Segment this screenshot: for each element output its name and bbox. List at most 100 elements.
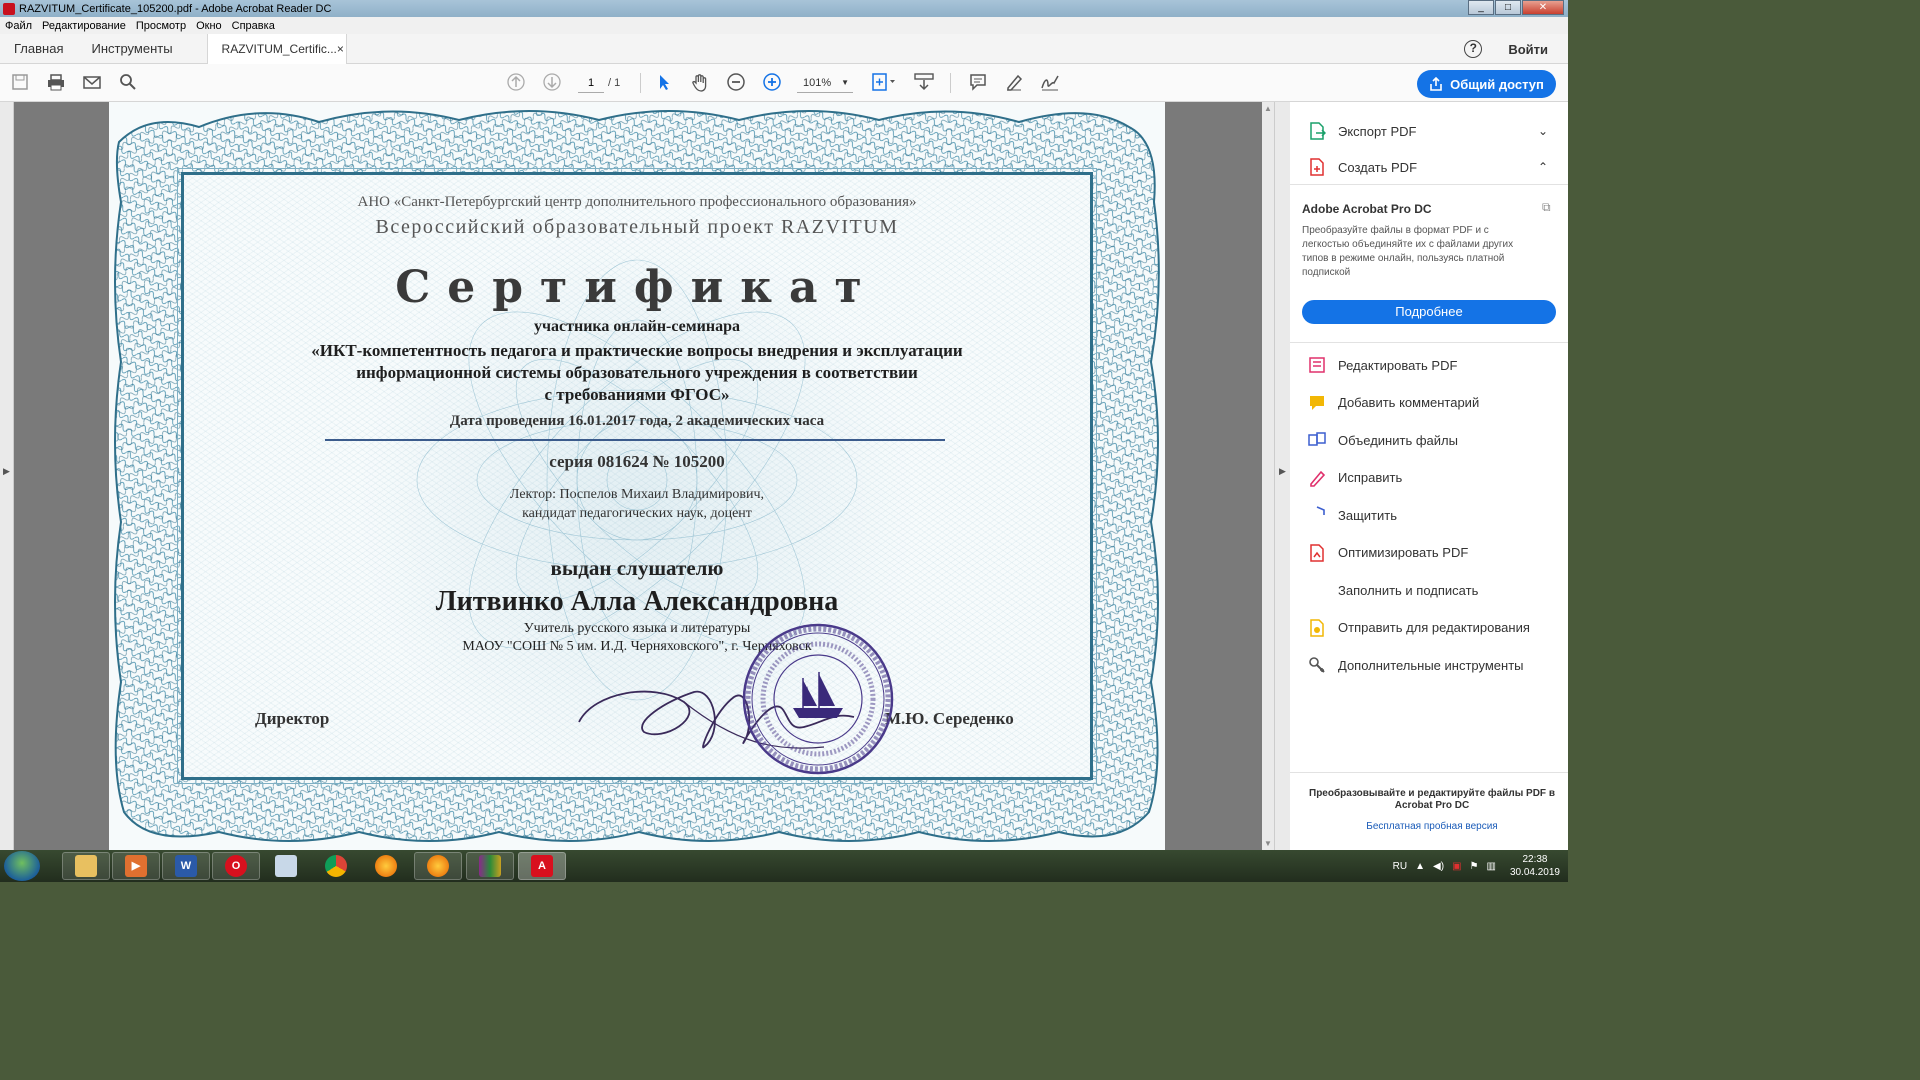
email-icon[interactable] [82,73,102,93]
taskbar-firefox[interactable] [362,852,410,880]
tool-item-shield[interactable]: Защитить [1308,502,1558,528]
chevron-down-icon: ⌄ [1537,124,1548,138]
taskbar-acrobat[interactable]: A [518,852,566,880]
tool-item-label: Дополнительные инструменты [1338,657,1524,673]
taskbar-explorer[interactable] [62,852,110,880]
menu-edit[interactable]: Редактирование [37,20,131,32]
free-trial-link[interactable]: Бесплатная пробная версия [1302,821,1562,832]
flag-icon[interactable]: ⚑ [1470,861,1479,872]
taskbar-chrome[interactable] [312,852,360,880]
tool-item-comment[interactable]: Добавить комментарий [1308,390,1558,416]
vertical-scrollbar[interactable]: ▲ ▼ [1262,102,1274,850]
menu-window[interactable]: Окно [191,20,227,32]
hand-tool-icon[interactable] [690,73,710,93]
tab-document[interactable]: RAZVITUM_Certific... × [206,33,347,64]
network-icon[interactable]: ▥ [1486,861,1495,872]
minimize-button[interactable]: _ [1468,0,1494,15]
taskbar-word[interactable]: W [162,852,210,880]
certificate-title: Сертификат [395,262,879,313]
taskbar-winrar[interactable] [466,852,514,880]
system-tray: RU ▲ ◀) ▣ ⚑ ▥ 22:38 30.04.2019 [1393,850,1560,882]
scroll-up-icon[interactable]: ▲ [1264,104,1272,113]
edit-pdf-icon [1308,356,1326,374]
taskbar-calculator[interactable] [262,852,310,880]
comment-tool-icon[interactable] [968,73,988,93]
menu-view[interactable]: Просмотр [131,20,191,32]
share-button[interactable]: Общий доступ [1417,70,1556,98]
maximize-button[interactable]: □ [1495,0,1521,15]
create-pdf-item[interactable]: Создать PDF ⌃ [1308,154,1558,180]
page-up-icon[interactable] [506,73,526,93]
fit-page-icon[interactable] [870,73,898,93]
scroll-mode-icon[interactable] [914,73,934,93]
zoom-select[interactable]: 101% ▼ [797,73,853,93]
tool-item-fix[interactable]: Исправить [1308,465,1558,491]
word-icon: W [175,855,197,877]
fill-sign-icon [1308,581,1326,599]
certificate-serial: серия 081624 № 105200 [549,452,725,471]
taskbar-firefox-2[interactable] [414,852,462,880]
tool-item-edit-pdf[interactable]: Редактировать PDF [1308,352,1558,378]
tool-item-fill-sign[interactable]: Заполнить и подписать [1308,577,1558,603]
tool-item-more-tools[interactable]: Дополнительные инструменты [1308,652,1558,678]
opera-tray-icon[interactable]: ▣ [1452,861,1461,872]
volume-icon[interactable]: ◀) [1433,861,1444,872]
close-window-button[interactable]: ✕ [1522,0,1564,15]
search-icon[interactable] [118,73,138,93]
footer-promo-text: Преобразовывайте и редактируйте файлы PD… [1309,788,1555,811]
tray-expand-icon[interactable]: ▲ [1415,861,1425,872]
tool-item-label: Добавить комментарий [1338,395,1480,410]
tool-item-send-review[interactable]: Отправить для редактирования [1308,615,1558,641]
zoom-value: 101% [803,77,832,89]
save-icon[interactable] [10,73,30,93]
close-tab-icon[interactable]: × [337,34,344,64]
right-pane-toggle[interactable]: ▶ [1274,102,1290,850]
menu-help[interactable]: Справка [227,20,280,32]
tab-tools[interactable]: Инструменты [77,34,186,64]
recipient-name: Литвинко Алла Александровна [435,586,839,617]
tab-home[interactable]: Главная [0,34,77,64]
send-review-icon [1308,618,1326,637]
learn-more-button[interactable]: Подробнее [1302,300,1556,324]
chevron-up-icon: ⌃ [1537,160,1548,174]
left-nav-pane-toggle[interactable]: ▶ [0,102,14,850]
shield-icon [1308,506,1326,524]
help-icon[interactable]: ? [1464,40,1483,58]
position-line: Учитель русского языка и литературы [523,621,751,636]
page-down-icon[interactable] [542,73,562,93]
page-number-input[interactable]: 1 [578,73,604,93]
language-indicator[interactable]: RU [1393,861,1407,872]
taskbar-media-player[interactable]: ▶ [112,852,160,880]
official-seal [742,623,894,775]
start-button[interactable] [4,851,40,881]
tool-item-combine[interactable]: Объединить файлы [1308,427,1558,453]
position-line: МАОУ "СОШ № 5 им. И.Д. Черняховского", г… [462,639,812,654]
tool-item-label: Защитить [1338,507,1397,523]
archive-icon [479,855,501,877]
organization-name: АНО «Санкт-Петербургский центр дополните… [357,194,917,210]
highlight-tool-icon[interactable] [1004,73,1024,93]
select-tool-icon[interactable] [654,73,674,93]
pane-divider [1290,184,1568,185]
director-name: М.Ю. Середенко [885,709,1014,728]
tools-pane: Экспорт PDF ⌄ Создать PDF ⌃ Adobe Acroba… [1290,102,1568,850]
sign-tool-icon[interactable] [1040,73,1060,93]
acrobat-app-icon [3,2,15,15]
taskbar-clock[interactable]: 22:38 30.04.2019 [1510,853,1560,879]
tool-item-optimize[interactable]: Оптимизировать PDF [1308,540,1558,566]
export-pdf-item[interactable]: Экспорт PDF ⌄ [1308,118,1558,144]
print-icon[interactable] [46,73,66,93]
window-title: RAZVITUM_Certificate_105200.pdf - Adobe … [19,2,332,15]
zoom-in-icon[interactable] [762,73,782,93]
clock-date: 30.04.2019 [1509,867,1560,878]
signin-button[interactable]: Войти [1508,42,1548,57]
copy-icon[interactable]: ⧉ [1542,200,1551,215]
create-pdf-label: Создать PDF [1338,159,1418,175]
tool-item-label: Оптимизировать PDF [1338,545,1469,560]
taskbar-opera[interactable]: O [212,852,260,880]
scroll-down-icon[interactable]: ▼ [1264,839,1272,848]
tool-item-label: Исправить [1338,470,1403,485]
zoom-out-icon[interactable] [726,73,746,93]
menu-file[interactable]: Файл [0,20,37,32]
seminar-line: информационной системы образовательного … [356,363,918,382]
